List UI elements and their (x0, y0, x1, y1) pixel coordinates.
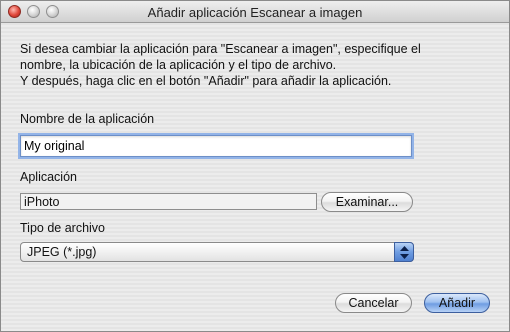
application-path-field: iPhoto (20, 193, 317, 210)
application-label: Aplicación (20, 170, 77, 184)
select-arrows-icon[interactable] (394, 242, 414, 262)
cancel-button[interactable]: Cancelar (335, 293, 412, 313)
browse-button[interactable]: Examinar... (321, 192, 413, 212)
instructions-line: Y después, haga clic en el botón "Añadir… (20, 74, 392, 88)
add-button[interactable]: Añadir (424, 293, 490, 313)
dialog-window: Añadir aplicación Escanear a imagen Si d… (0, 0, 510, 332)
instructions-line: Si desea cambiar la aplicación para "Esc… (20, 42, 421, 56)
file-type-selected-value: JPEG (*.jpg) (27, 245, 97, 259)
app-name-label: Nombre de la aplicación (20, 112, 155, 126)
title-bar: Añadir aplicación Escanear a imagen (1, 1, 509, 23)
instructions-line: nombre, la ubicación de la aplicación y … (20, 58, 337, 72)
window-title: Añadir aplicación Escanear a imagen (147, 5, 363, 20)
app-name-input[interactable] (20, 135, 412, 157)
file-type-label: Tipo de archivo (20, 221, 105, 235)
instructions-text: Si desea cambiar la aplicación para "Esc… (20, 41, 490, 89)
file-type-select[interactable]: JPEG (*.jpg) (20, 242, 414, 262)
